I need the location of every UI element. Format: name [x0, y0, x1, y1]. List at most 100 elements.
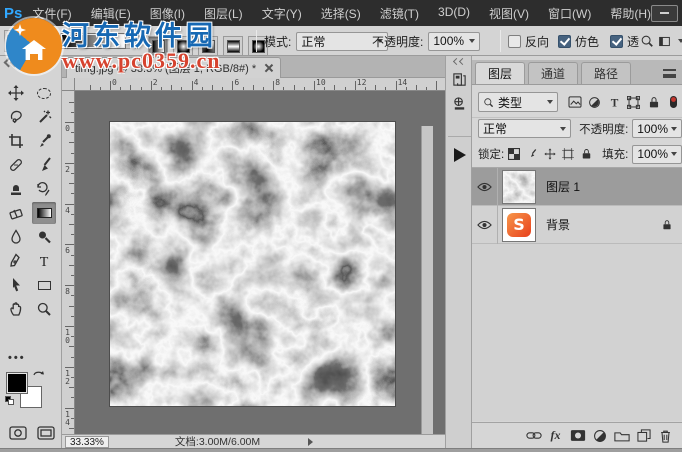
filter-pixel-layers-icon[interactable]: [566, 93, 584, 112]
tool-rectangle[interactable]: [32, 274, 56, 296]
zoom-level-field[interactable]: 33.33%: [65, 436, 109, 448]
reverse-checkbox[interactable]: [508, 35, 521, 48]
canvas-viewport[interactable]: [75, 91, 433, 434]
new-group-button[interactable]: [613, 427, 630, 444]
tool-elliptical-marquee[interactable]: [32, 82, 56, 104]
lock-image-pixels-icon[interactable]: [524, 145, 540, 164]
lock-position-icon[interactable]: [542, 145, 558, 164]
menu-image[interactable]: 图像(I): [150, 5, 185, 22]
canvas-image[interactable]: [110, 122, 395, 406]
menu-select[interactable]: 选择(S): [321, 5, 361, 22]
tool-preset-picker[interactable]: [4, 30, 54, 52]
add-layer-mask-button[interactable]: [569, 427, 586, 444]
filter-adjustment-layers-icon[interactable]: [586, 93, 604, 112]
tool-magic-wand[interactable]: [32, 106, 56, 128]
layer-blend-mode-select[interactable]: 正常: [478, 119, 571, 138]
layer-name[interactable]: 图层 1: [546, 178, 580, 195]
tool-hand[interactable]: [4, 298, 28, 320]
menu-3d[interactable]: 3D(D): [438, 5, 470, 22]
menu-file[interactable]: 文件(F): [32, 5, 71, 22]
layer-row-background[interactable]: S 背景: [472, 206, 682, 244]
layer-thumbnail[interactable]: [502, 170, 536, 204]
edit-toolbar-ellipsis[interactable]: •••: [8, 352, 26, 364]
tool-blur[interactable]: [4, 226, 28, 248]
reflected-gradient-button[interactable]: [223, 36, 243, 56]
transparency-checkbox[interactable]: [610, 35, 623, 48]
tool-brush[interactable]: [32, 154, 56, 176]
link-layers-button[interactable]: [525, 427, 542, 444]
tab-layers[interactable]: 图层: [475, 62, 525, 84]
tool-eraser[interactable]: [4, 202, 28, 224]
panel-menu-icon[interactable]: [663, 69, 676, 78]
adjustment-layer-button[interactable]: [591, 427, 608, 444]
tool-history-brush[interactable]: [32, 178, 56, 200]
search-icon[interactable]: [640, 34, 654, 48]
tool-eyedropper[interactable]: [32, 130, 56, 152]
tool-crop[interactable]: [4, 130, 28, 152]
layer-style-button[interactable]: fx: [547, 427, 564, 444]
quick-mask-button[interactable]: [6, 422, 30, 444]
vertical-scrollbar[interactable]: [421, 126, 433, 452]
menu-layer[interactable]: 图层(L): [204, 5, 243, 22]
tool-path-selection[interactable]: [4, 274, 28, 296]
menu-type[interactable]: 文字(Y): [262, 5, 302, 22]
tab-paths[interactable]: 路径: [581, 62, 631, 84]
tool-gradient[interactable]: [32, 202, 56, 224]
expand-panels-icon[interactable]: [454, 59, 466, 65]
menu-edit[interactable]: 编辑(E): [91, 5, 131, 22]
minimize-button[interactable]: [651, 5, 678, 22]
visibility-toggle[interactable]: [472, 206, 498, 244]
menu-window[interactable]: 窗口(W): [548, 5, 591, 22]
linear-gradient-button[interactable]: [148, 36, 168, 56]
tab-close-icon[interactable]: [264, 64, 272, 72]
gradient-picker-button[interactable]: [126, 33, 139, 49]
layer-row-layer1[interactable]: 图层 1: [472, 168, 682, 206]
tool-clone-stamp[interactable]: [4, 178, 28, 200]
layer-filter-toggle[interactable]: [664, 93, 682, 112]
lock-artboard-icon[interactable]: [560, 145, 576, 164]
filter-shape-layers-icon[interactable]: [625, 93, 643, 112]
tool-dodge[interactable]: [32, 226, 56, 248]
tool-move[interactable]: [4, 82, 28, 104]
lock-all-icon[interactable]: [578, 145, 594, 164]
tool-zoom[interactable]: [32, 298, 56, 320]
radial-gradient-button[interactable]: [173, 36, 193, 56]
layer-name[interactable]: 背景: [546, 216, 570, 233]
history-panel-icon[interactable]: [450, 70, 469, 89]
opacity-select[interactable]: 100%: [428, 32, 480, 51]
menu-view[interactable]: 视图(V): [489, 5, 529, 22]
chevron-down-icon[interactable]: [678, 39, 682, 43]
document-tab[interactable]: timg.jpg @ 33.3% (图层 1, RGB/8#) *: [66, 57, 281, 78]
visibility-toggle[interactable]: [472, 168, 498, 206]
collapse-panel-icon[interactable]: [5, 59, 19, 67]
workspace-icon[interactable]: [658, 35, 671, 48]
tool-healing-brush[interactable]: [4, 154, 28, 176]
gradient-preview[interactable]: [60, 33, 126, 49]
foreground-color-swatch[interactable]: [6, 372, 28, 394]
delete-layer-button[interactable]: [657, 427, 674, 444]
horizontal-ruler[interactable]: 02468101214: [75, 78, 445, 91]
tool-type[interactable]: T: [32, 250, 56, 272]
angle-gradient-button[interactable]: [198, 36, 218, 56]
default-colors-icon[interactable]: [5, 396, 14, 405]
screen-mode-button[interactable]: [34, 422, 58, 444]
layer-filter-select[interactable]: 类型: [478, 92, 558, 112]
ruler-corner[interactable]: [62, 78, 75, 91]
filter-type-layers-icon[interactable]: T: [606, 93, 624, 112]
tab-channels[interactable]: 通道: [528, 62, 578, 84]
lock-transparent-pixels-icon[interactable]: [506, 145, 522, 164]
layer-thumbnail[interactable]: S: [502, 208, 536, 242]
tool-lasso[interactable]: [4, 106, 28, 128]
actions-panel-icon[interactable]: [454, 148, 466, 162]
menu-filter[interactable]: 滤镜(T): [380, 5, 419, 22]
vertical-ruler[interactable]: 02468101214: [62, 91, 75, 434]
swap-colors-icon[interactable]: [32, 370, 46, 382]
layer-opacity-select[interactable]: 100%: [632, 119, 682, 138]
menu-help[interactable]: 帮助(H): [610, 5, 651, 22]
properties-panel-icon[interactable]: [450, 94, 469, 113]
status-options-chevron-icon[interactable]: [308, 438, 313, 446]
tool-pen[interactable]: [4, 250, 28, 272]
fill-select[interactable]: 100%: [632, 145, 682, 164]
filter-smart-objects-icon[interactable]: [645, 93, 663, 112]
new-layer-button[interactable]: [635, 427, 652, 444]
